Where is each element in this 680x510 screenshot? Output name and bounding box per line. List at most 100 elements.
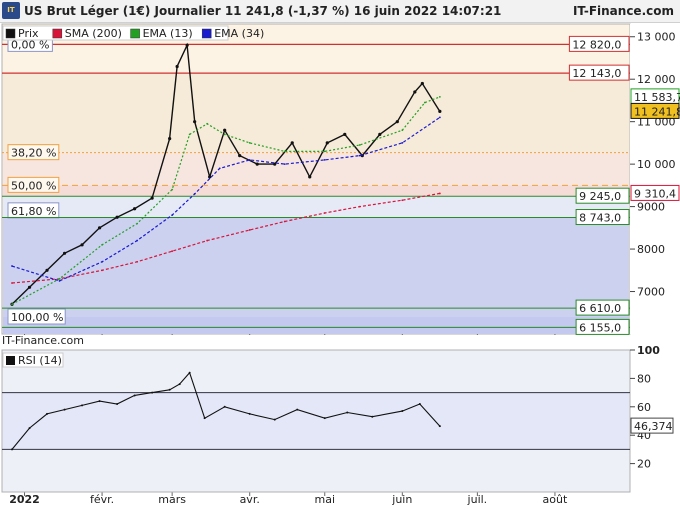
series-point-ema-34-6 [218, 167, 221, 170]
y-tick-label-1: 8000 [637, 243, 665, 256]
rsi-value-label: 46,374 [634, 420, 673, 433]
series-point-prix-1 [27, 285, 32, 289]
series-point-ema-13-3 [136, 222, 139, 225]
fib-value-label-7: 6 610,0 [579, 302, 621, 315]
legend-label-sma-200: SMA (200) [65, 27, 122, 40]
y-tick-label-5: 12 000 [637, 73, 676, 86]
series-point-prix-2 [45, 268, 49, 272]
rsi-point-16 [296, 408, 299, 411]
rsi-legend-label: RSI (14) [18, 354, 62, 367]
fib-band-0 [3, 73, 629, 153]
rsi-point-10 [178, 383, 181, 386]
rsi-point-15 [273, 418, 276, 421]
series-point-ema-34-5 [193, 192, 196, 195]
series-point-ema-34-11 [401, 142, 404, 144]
x-tick-label-2: mars [158, 493, 186, 506]
legend-swatch-sma-200 [52, 28, 63, 39]
rsi-y-tick-label-3: 80 [637, 372, 651, 385]
rsi-point-13 [223, 405, 226, 408]
fib-value-label-9: 6 155,0 [579, 321, 621, 334]
series-point-ema-34-7 [248, 158, 251, 161]
series-point-ema-13-10 [323, 150, 326, 153]
legend-swatch-ema-34 [201, 28, 212, 39]
x-tick-label-6: juil. [467, 493, 488, 506]
fib-value-label-4: 9 245,0 [579, 190, 621, 203]
x-tick-label-1: févr. [90, 493, 114, 506]
price-label-2: 9 310,4 [634, 187, 676, 200]
series-point-sma-200-11 [438, 192, 441, 195]
series-point-sma-200-10 [401, 199, 404, 202]
series-point-ema-34-0 [11, 265, 13, 267]
series-point-ema-34-10 [358, 154, 361, 157]
rsi-point-9 [168, 388, 171, 391]
fib-band-4 [3, 217, 629, 318]
series-point-ema-13-6 [206, 122, 209, 125]
rsi-point-5 [98, 400, 101, 403]
series-point-prix-10 [175, 64, 179, 69]
fib-pct-label-2: 38,20 % [11, 147, 56, 160]
series-point-sma-200-0 [11, 282, 13, 284]
series-point-prix-6 [115, 215, 119, 219]
x-tick-label-3: avr. [240, 493, 260, 506]
series-point-ema-13-2 [101, 243, 103, 246]
series-point-prix-8 [150, 196, 154, 200]
series-point-ema-13-8 [248, 142, 251, 144]
series-point-ema-13-5 [188, 133, 191, 136]
chart-canvas: 0,00 % 12 820,012 143,038,20 %50,00 %9 24… [0, 23, 680, 506]
series-point-sma-200-7 [283, 220, 286, 223]
rsi-point-17 [323, 417, 326, 420]
source-strip [0, 335, 630, 345]
series-point-prix-4 [80, 243, 84, 247]
series-point-sma-200-8 [323, 212, 326, 214]
fib-band-2 [3, 185, 629, 197]
series-point-ema-34-12 [438, 116, 441, 119]
price-label-0: 11 583,7 [634, 91, 680, 104]
y-tick-label-2: 9000 [637, 201, 665, 214]
series-point-ema-13-0 [11, 303, 13, 306]
series-point-prix-26 [420, 81, 424, 86]
rsi-band [3, 392, 629, 450]
series-point-ema-34-1 [58, 280, 61, 282]
series-point-prix-27 [438, 109, 442, 113]
rsi-point-1 [28, 427, 31, 430]
rsi-point-8 [151, 391, 154, 394]
series-point-prix-16 [255, 162, 259, 166]
series-point-prix-19 [308, 175, 312, 179]
rsi-point-19 [371, 415, 374, 418]
series-point-ema-34-9 [323, 158, 326, 161]
series-point-ema-13-9 [283, 150, 286, 153]
legend-label-ema-34: EMA (34) [214, 27, 264, 40]
footer-source: IT-Finance.com [2, 334, 84, 347]
y-tick-label-0: 7000 [637, 286, 665, 299]
series-point-sma-200-2 [101, 269, 103, 272]
legend-label-ema-13: EMA (13) [143, 27, 193, 40]
series-point-prix-14 [223, 128, 227, 132]
legend-label-prix: Prix [18, 27, 39, 40]
x-tick-label-7: août [543, 493, 568, 506]
rsi-point-6 [116, 402, 119, 405]
series-point-ema-13-12 [401, 129, 404, 132]
fib-value-label-6: 8 743,0 [579, 212, 621, 225]
fib-band-5 [3, 317, 629, 334]
fib-pct-label-8: 100,00 % [11, 311, 63, 324]
series-point-ema-13-7 [223, 133, 226, 136]
x-tick-label-0: 2022 [9, 493, 40, 506]
fib-value-label-0: 12 820,0 [572, 38, 621, 51]
series-point-prix-3 [62, 251, 67, 255]
series-point-ema-13-13 [423, 101, 426, 104]
rsi-point-3 [63, 408, 66, 411]
series-point-prix-7 [133, 207, 137, 211]
series-point-sma-200-6 [248, 229, 251, 231]
legend-swatch-ema-13 [130, 28, 140, 39]
fib-band-1 [3, 152, 629, 186]
rsi-point-12 [203, 417, 206, 420]
series-point-prix-12 [193, 120, 197, 124]
rsi-y-tick-label-0: 20 [637, 458, 651, 471]
fib-value-label-1: 12 143,0 [572, 67, 621, 80]
rsi-point-4 [81, 404, 84, 407]
series-point-prix-9 [168, 137, 172, 141]
series-point-ema-13-4 [171, 188, 174, 191]
series-point-prix-5 [97, 226, 102, 230]
rsi-y-tick-label-2: 60 [637, 401, 651, 414]
fib-pct-label-5: 61,80 % [11, 205, 56, 218]
